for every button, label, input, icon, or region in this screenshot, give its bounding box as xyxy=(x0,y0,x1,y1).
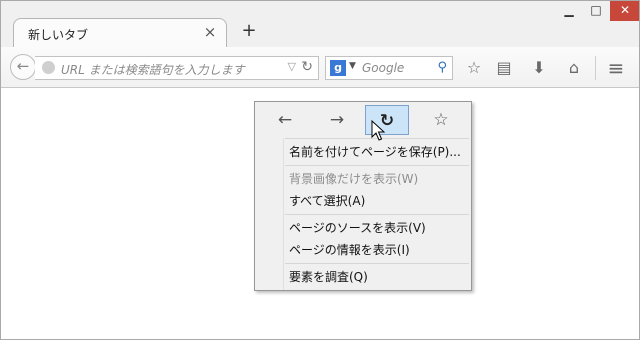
context-menu: ← → ↻ ☆ 名前を付けてページを保存(P)... 背景画像だけを表示(W) … xyxy=(254,101,472,291)
search-engine-dropdown-icon[interactable]: ▼ xyxy=(349,61,356,71)
menu-gutter xyxy=(283,138,284,290)
back-icon[interactable]: ← xyxy=(263,105,307,135)
reload-icon[interactable]: ↻ xyxy=(301,59,313,75)
home-icon[interactable]: ⌂ xyxy=(563,57,585,79)
minimize-button[interactable]: ▁ xyxy=(555,1,583,21)
forward-icon[interactable]: → xyxy=(315,105,359,135)
tab-close-icon[interactable]: × xyxy=(202,23,218,41)
reading-list-icon[interactable]: ▤ xyxy=(493,57,515,79)
hamburger-menu-icon[interactable]: ≡ xyxy=(605,57,627,79)
search-bar[interactable]: g ▼ Google ⚲ xyxy=(325,56,453,80)
tab-title: 新しいタブ xyxy=(28,28,89,42)
context-menu-nav-row: ← → ↻ ☆ xyxy=(255,102,471,138)
close-window-button[interactable]: ✕ xyxy=(610,1,639,21)
browser-window: 新しいタブ × + ▁ □ ✕ ← URL または検索語句を入力します ▽ ↻ … xyxy=(0,0,640,340)
bookmark-star-icon[interactable]: ☆ xyxy=(463,57,485,79)
google-logo-icon[interactable]: g xyxy=(330,60,346,76)
menu-item-view-source[interactable]: ページのソースを表示(V) xyxy=(289,218,426,238)
tab-new-tab[interactable]: 新しいタブ × xyxy=(13,18,227,48)
menu-separator xyxy=(285,214,469,215)
new-tab-button[interactable]: + xyxy=(239,20,259,41)
menu-separator xyxy=(285,263,469,264)
tab-strip: 新しいタブ × + ▁ □ ✕ xyxy=(1,1,639,48)
menu-item-select-all[interactable]: すべて選択(A) xyxy=(289,191,365,211)
back-arrow-icon: ← xyxy=(16,57,30,75)
maximize-button[interactable]: □ xyxy=(582,1,610,21)
search-input-placeholder[interactable]: Google xyxy=(362,61,404,75)
menu-item-save-page[interactable]: 名前を付けてページを保存(P)... xyxy=(289,142,461,162)
url-bar[interactable]: URL または検索語句を入力します ▽ ↻ xyxy=(35,56,319,80)
mouse-cursor-icon xyxy=(371,120,385,141)
download-icon[interactable]: ⬇ xyxy=(528,57,550,79)
menu-separator xyxy=(285,165,469,166)
menu-item-view-background-image: 背景画像だけを表示(W) xyxy=(289,172,419,186)
history-dropdown-icon[interactable]: ▽ xyxy=(288,60,296,73)
menu-item-inspect-element[interactable]: 要素を調査(Q) xyxy=(289,267,368,287)
toolbar-divider xyxy=(595,56,596,80)
menu-item-page-info[interactable]: ページの情報を表示(I) xyxy=(289,240,410,260)
back-button[interactable]: ← xyxy=(10,54,36,80)
url-input-placeholder[interactable]: URL または検索語句を入力します xyxy=(61,61,245,78)
search-icon[interactable]: ⚲ xyxy=(437,60,447,75)
navigation-toolbar: ← URL または検索語句を入力します ▽ ↻ g ▼ Google ⚲ ☆ ▤… xyxy=(1,47,639,88)
globe-icon xyxy=(42,61,55,74)
bookmark-star-icon[interactable]: ☆ xyxy=(419,105,463,135)
